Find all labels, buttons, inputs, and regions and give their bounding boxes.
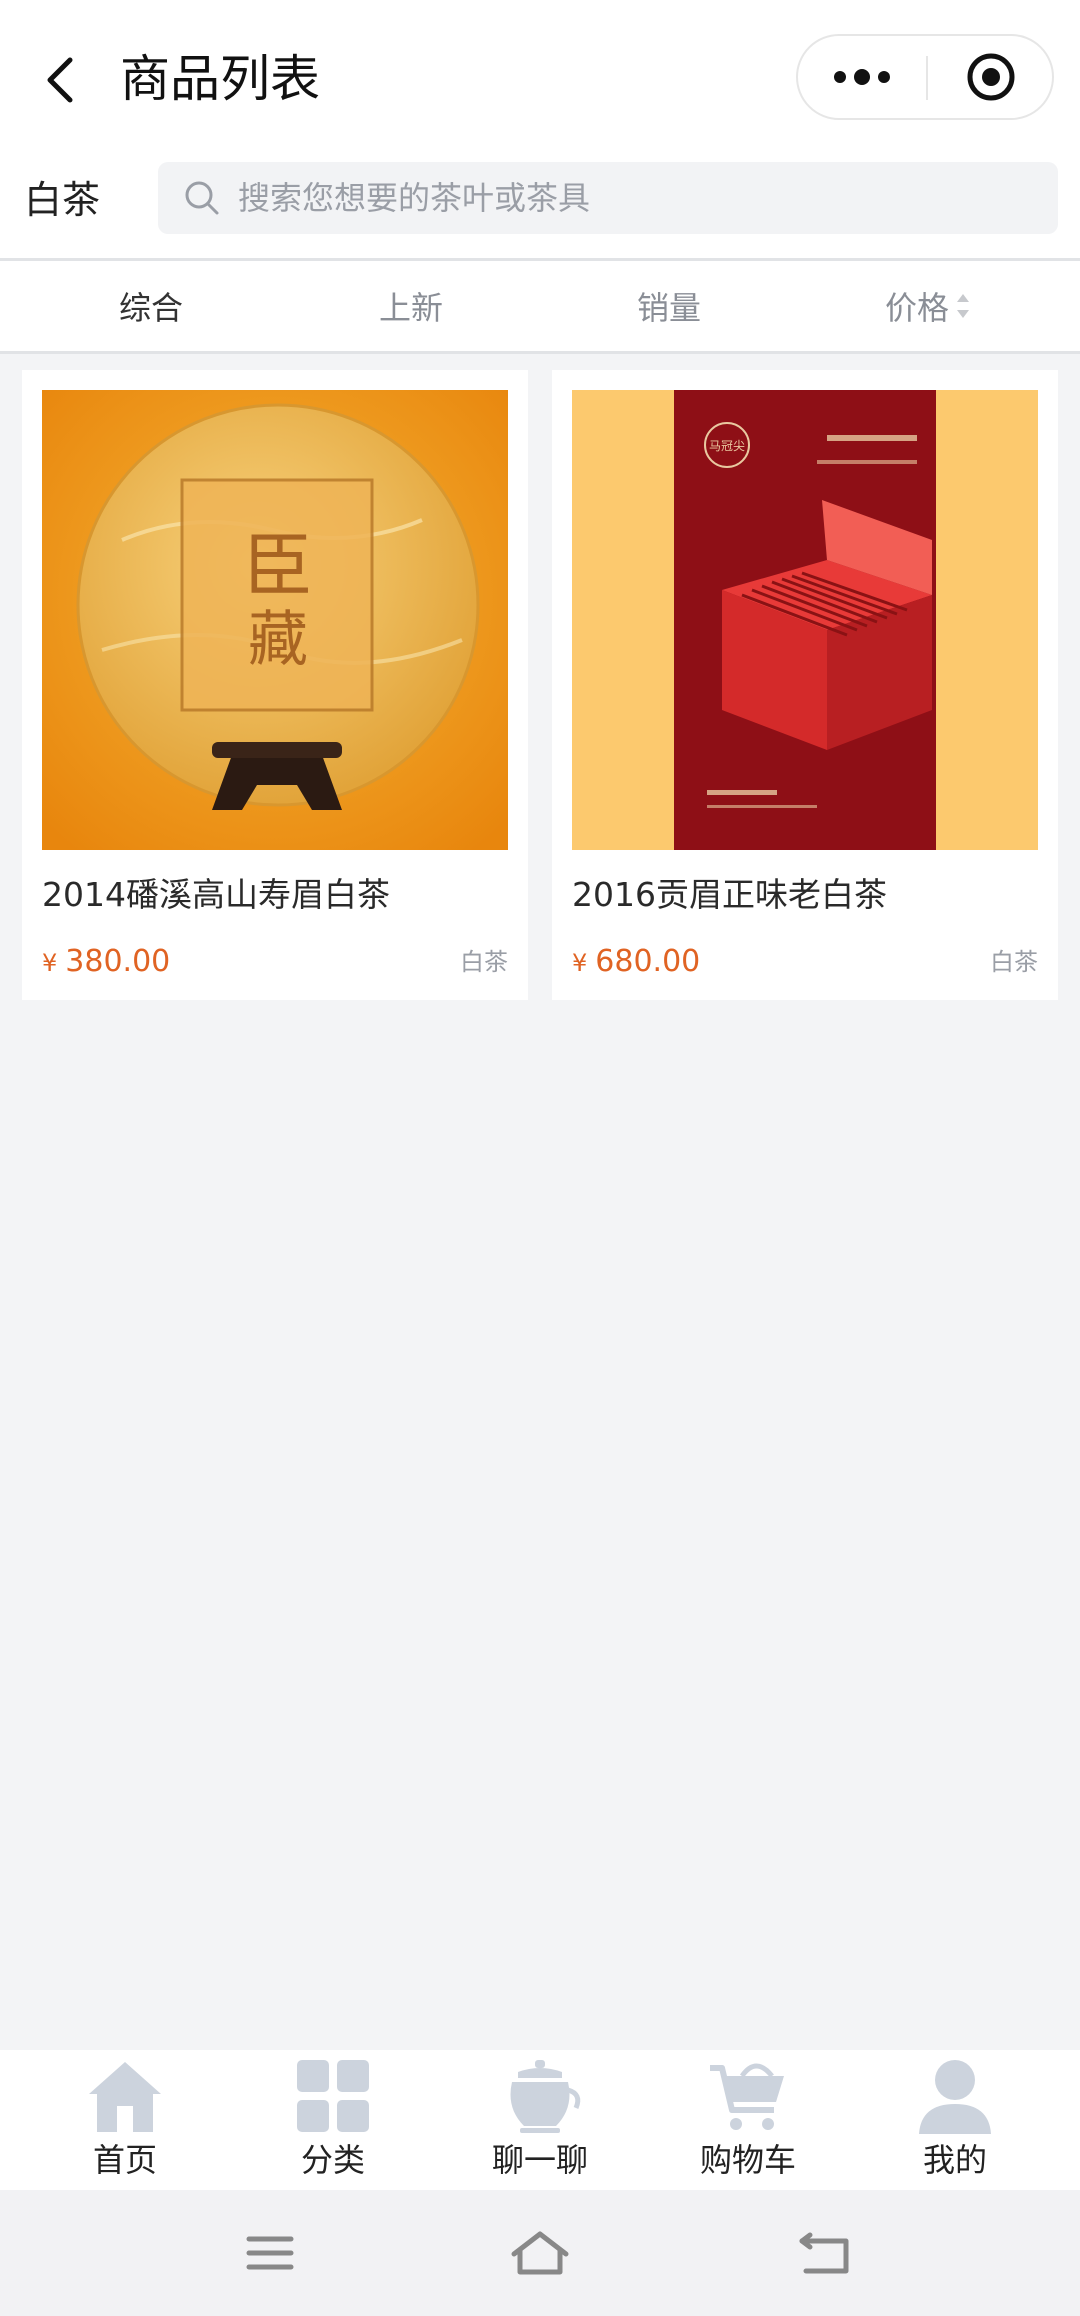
svg-text:藏: 藏 [248, 605, 308, 675]
return-icon [799, 2232, 849, 2274]
home-button[interactable] [510, 2226, 570, 2280]
product-card[interactable]: 马冠尖 2016贡眉正味老白茶 ¥680.00 白茶 [552, 370, 1058, 1000]
tab-label: 我的 [922, 2141, 987, 2179]
product-card[interactable]: 臣 藏 2014磻溪高山寿眉白茶 ¥380.00 白茶 [22, 370, 528, 1000]
search-row: 白茶 [0, 150, 1080, 258]
back-button[interactable] [30, 40, 90, 120]
bottom-tab-bar: 首页 分类 聊一聊 购物车 我的 [0, 2050, 1080, 2190]
page-title: 商品列表 [120, 50, 320, 108]
more-button[interactable] [798, 36, 926, 118]
tab-me[interactable]: 我的 [847, 2058, 1063, 2190]
back-system-button[interactable] [794, 2226, 854, 2280]
tea-gift-box-image[interactable]: 马冠尖 [572, 390, 1038, 850]
menu-button[interactable] [240, 2226, 300, 2280]
tea-cake-image[interactable]: 臣 藏 [42, 390, 508, 850]
tab-label: 聊一聊 [491, 2141, 588, 2179]
category-grid-icon [297, 2060, 369, 2132]
product-tag: 白茶 [990, 948, 1038, 976]
sort-newest[interactable]: 上新 [276, 261, 546, 351]
tab-label: 首页 [92, 2141, 157, 2179]
close-mini-program-button[interactable] [928, 36, 1054, 118]
sort-comprehensive[interactable]: 综合 [16, 261, 286, 351]
tab-label: 分类 [300, 2141, 365, 2179]
currency-symbol: ¥ [42, 949, 58, 977]
mini-program-capsule [796, 34, 1054, 120]
product-tag: 白茶 [460, 948, 508, 976]
currency-symbol: ¥ [572, 949, 588, 977]
sort-label: 上新 [378, 289, 443, 327]
sort-label: 销量 [636, 289, 701, 327]
search-box[interactable] [158, 162, 1058, 234]
sort-sales[interactable]: 销量 [534, 261, 804, 351]
price-value: 380.00 [65, 944, 171, 979]
tab-chat[interactable]: 聊一聊 [432, 2058, 648, 2190]
more-dots-icon [834, 69, 890, 85]
teapot-chat-icon [510, 2060, 581, 2133]
target-close-icon [967, 53, 1015, 101]
home-outline-icon [511, 2231, 569, 2275]
tab-cart[interactable]: 购物车 [640, 2058, 856, 2190]
search-icon [185, 181, 219, 215]
system-nav-bar [0, 2190, 1080, 2316]
tab-label: 购物车 [699, 2141, 796, 2179]
sort-arrows-icon [957, 292, 969, 320]
product-price: ¥680.00 [572, 940, 700, 985]
price-value: 680.00 [595, 944, 701, 979]
sort-bar: 综合 上新 销量 价格 [0, 258, 1080, 354]
category-label[interactable]: 白茶 [24, 172, 100, 228]
tab-category[interactable]: 分类 [225, 2058, 441, 2190]
product-name[interactable]: 2016贡眉正味老白茶 [572, 870, 1038, 920]
chevron-left-icon [47, 57, 73, 103]
home-icon [89, 2062, 161, 2132]
svg-text:臣: 臣 [243, 525, 313, 607]
search-input[interactable] [238, 162, 1038, 234]
svg-text:马冠尖: 马冠尖 [709, 439, 745, 453]
product-name[interactable]: 2014磻溪高山寿眉白茶 [42, 870, 508, 920]
tab-home[interactable]: 首页 [17, 2058, 233, 2190]
cart-icon [710, 2063, 784, 2130]
menu-icon [246, 2236, 294, 2270]
nav-bar: 商品列表 [0, 0, 1080, 150]
sort-label: 综合 [118, 289, 183, 327]
sort-label: 价格 [884, 289, 949, 327]
user-icon [919, 2060, 991, 2134]
product-price: ¥380.00 [42, 940, 170, 985]
sort-price[interactable]: 价格 [792, 261, 1062, 351]
